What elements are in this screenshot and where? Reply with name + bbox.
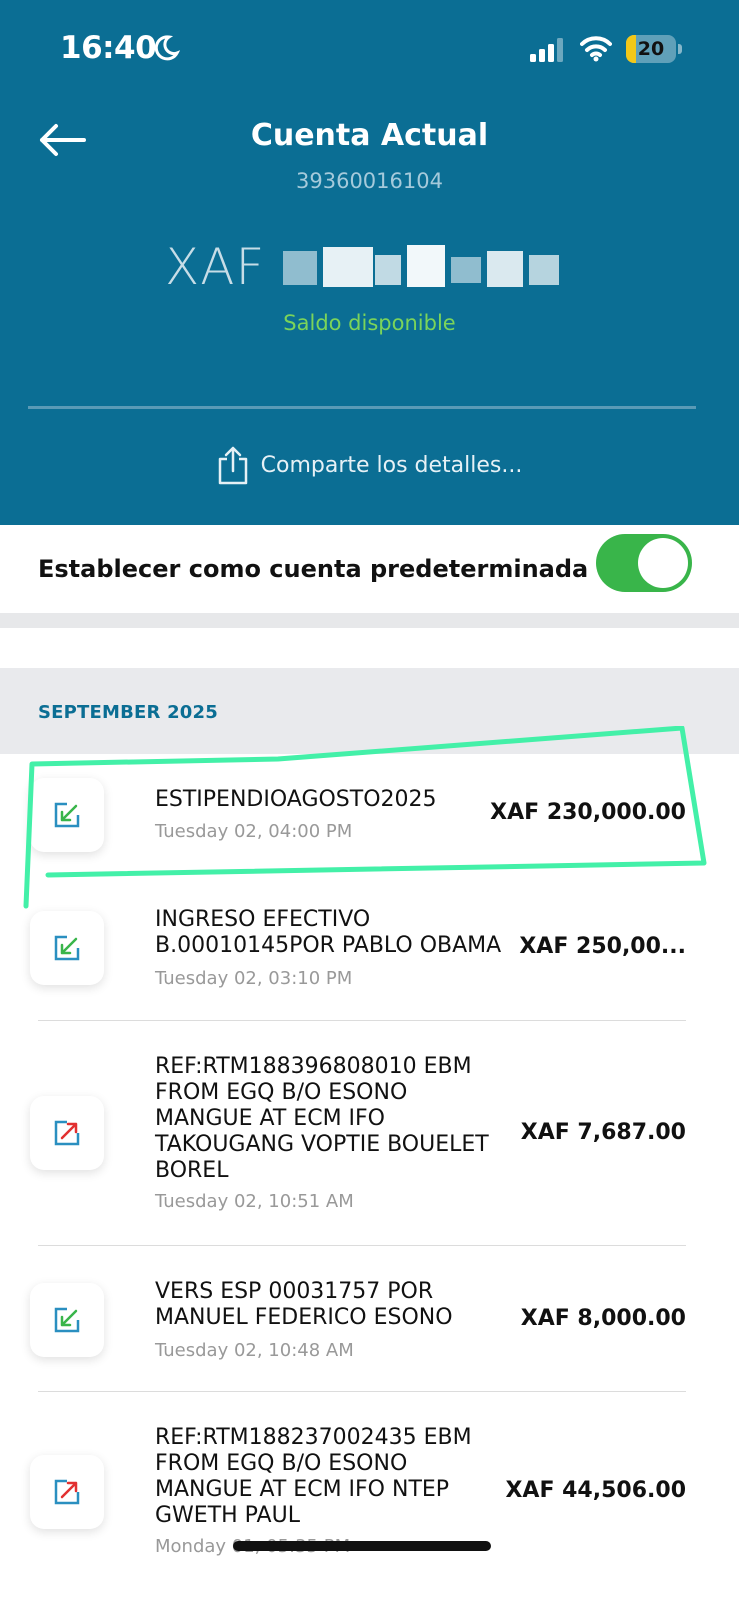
share-icon (218, 446, 247, 485)
transaction-description: ESTIPENDIOAGOSTO2025 (155, 787, 437, 812)
transaction-date: Tuesday 02, 04:00 PM (155, 821, 353, 842)
account-header: 16:40 20 Cuenta Actual 39360016104 XAF S… (0, 0, 739, 525)
battery-level: 20 (637, 38, 665, 60)
account-number: 39360016104 (296, 169, 443, 193)
header-divider (28, 406, 696, 409)
default-account-label: Establecer como cuenta predeterminada (38, 555, 589, 583)
home-indicator[interactable] (233, 1541, 491, 1551)
transaction-row[interactable]: VERS ESP 00031757 POR MANUEL FEDERICO ES… (0, 1246, 739, 1392)
incoming-transfer-icon (30, 1283, 104, 1357)
transaction-amount: XAF 8,000.00 (520, 1306, 686, 1331)
transaction-description: REF:RTM188396808010 EBM FROM EGQ B/O ESO… (155, 1054, 489, 1183)
transaction-amount: XAF 44,506.00 (505, 1478, 686, 1503)
transaction-date: Tuesday 02, 03:10 PM (155, 968, 353, 989)
transaction-amount: XAF 230,000.00 (490, 800, 686, 825)
transaction-description: INGRESO EFECTIVO B.00010145POR PABLO OBA… (155, 907, 502, 958)
outgoing-transfer-icon (30, 1096, 104, 1170)
moon-icon (154, 35, 180, 61)
transaction-description: VERS ESP 00031757 POR MANUEL FEDERICO ES… (155, 1279, 453, 1330)
transaction-description: REF:RTM188237002435 EBM FROM EGQ B/O ESO… (155, 1425, 472, 1528)
redacted-balance (283, 237, 560, 297)
transaction-date: Tuesday 02, 10:51 AM (155, 1191, 354, 1212)
transaction-date: Tuesday 02, 10:48 AM (155, 1340, 354, 1361)
section-gap (0, 613, 739, 628)
page-title: Cuenta Actual (250, 118, 489, 153)
outgoing-transfer-icon (30, 1455, 104, 1529)
month-label: SEPTEMBER 2025 (38, 702, 218, 723)
share-details-button[interactable]: Comparte los detalles... (0, 445, 739, 485)
toggle-knob (638, 538, 688, 588)
balance-currency: XAF (165, 238, 266, 296)
transaction-row[interactable]: REF:RTM188396808010 EBM FROM EGQ B/O ESO… (0, 1021, 739, 1246)
transaction-row[interactable]: ESTIPENDIOAGOSTO2025 Tuesday 02, 04:00 P… (0, 754, 739, 886)
transaction-amount: XAF 250,00... (519, 934, 686, 959)
wifi-icon (580, 36, 612, 62)
incoming-transfer-icon (30, 778, 104, 852)
balance-amount: XAF (165, 232, 560, 302)
balance-label: Saldo disponible (283, 311, 456, 335)
battery-icon: 20 (626, 35, 682, 63)
incoming-transfer-icon (30, 911, 104, 985)
transaction-amount: XAF 7,687.00 (520, 1120, 686, 1145)
signal-icon (530, 38, 563, 62)
default-account-toggle[interactable] (596, 534, 692, 592)
section-spacer (0, 628, 739, 668)
share-details-label: Comparte los detalles... (260, 452, 523, 478)
transaction-row[interactable]: INGRESO EFECTIVO B.00010145POR PABLO OBA… (0, 886, 739, 1021)
month-header: SEPTEMBER 2025 (0, 668, 739, 754)
status-time: 16:40 (60, 30, 157, 66)
transaction-row[interactable]: REF:RTM188237002435 EBM FROM EGQ B/O ESO… (0, 1392, 739, 1600)
